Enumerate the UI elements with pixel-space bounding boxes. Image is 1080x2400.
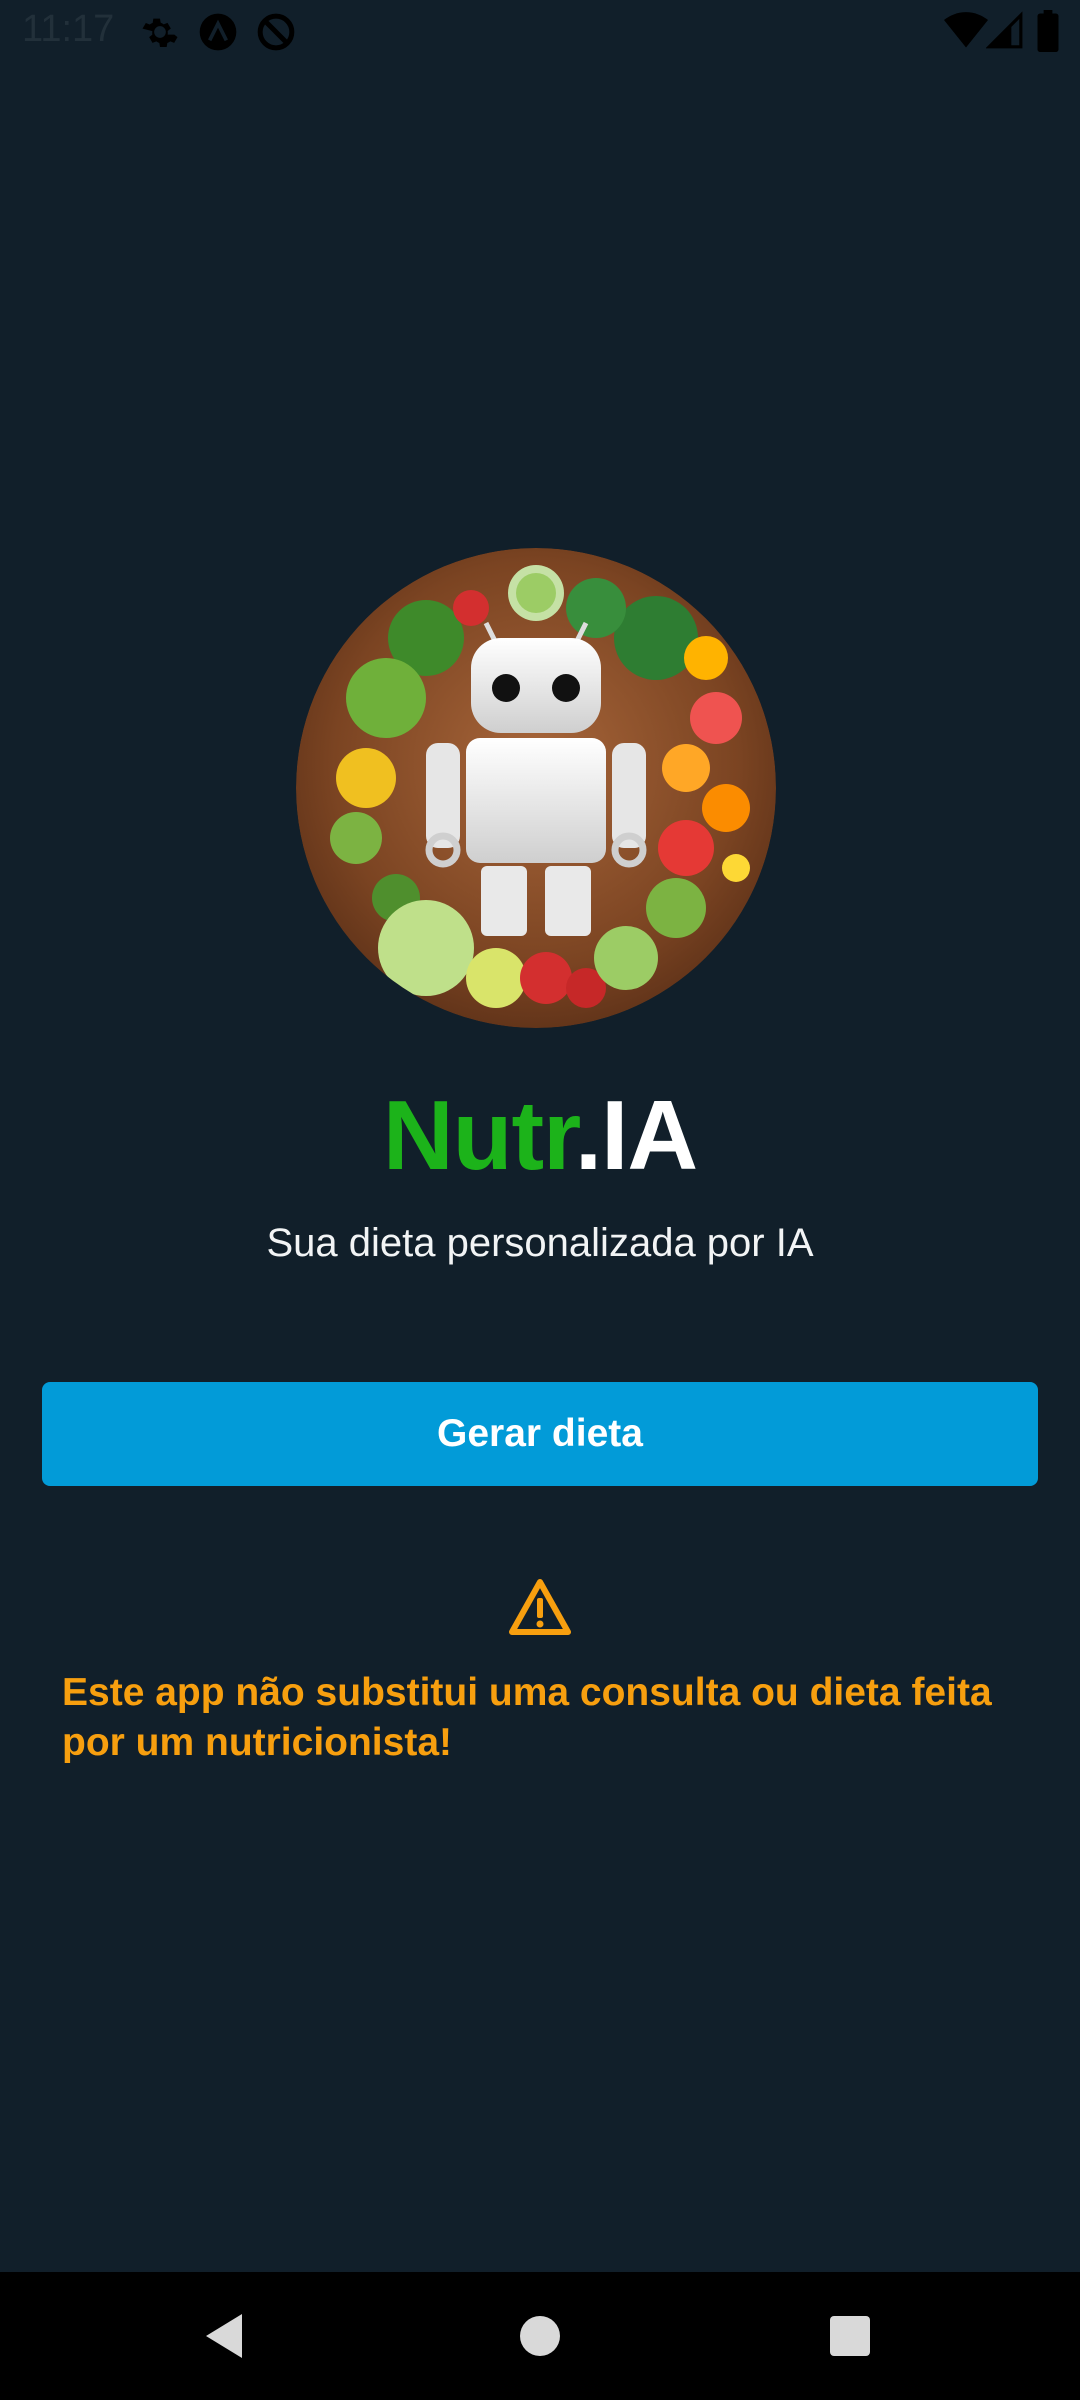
disclaimer-text: Este app não substitui uma consulta ou d… bbox=[62, 1671, 992, 1764]
app-subtitle: Sua dieta personalizada por IA bbox=[266, 1221, 814, 1265]
home-icon[interactable] bbox=[520, 2316, 560, 2356]
app-title-ia: .IA bbox=[574, 1080, 698, 1190]
recents-icon[interactable] bbox=[830, 2316, 870, 2356]
app-title-nutr: Nutr bbox=[382, 1080, 576, 1190]
a-circle-icon bbox=[199, 13, 237, 51]
generate-diet-button[interactable]: Gerar dieta bbox=[42, 1382, 1038, 1486]
hero-image bbox=[296, 548, 776, 1028]
wifi-icon bbox=[944, 12, 988, 48]
navigation-bar bbox=[0, 2272, 1080, 2400]
dnd-icon bbox=[257, 13, 295, 51]
gear-icon bbox=[142, 18, 178, 47]
app-title: Nutr.IA bbox=[0, 1080, 1080, 1190]
battery-icon bbox=[1037, 10, 1059, 52]
status-bar: 11:17 bbox=[0, 0, 1080, 62]
signal-icon bbox=[986, 11, 1023, 49]
status-time: 11:17 bbox=[22, 8, 115, 50]
warning-icon bbox=[509, 1579, 571, 1635]
back-icon[interactable] bbox=[204, 2312, 244, 2360]
